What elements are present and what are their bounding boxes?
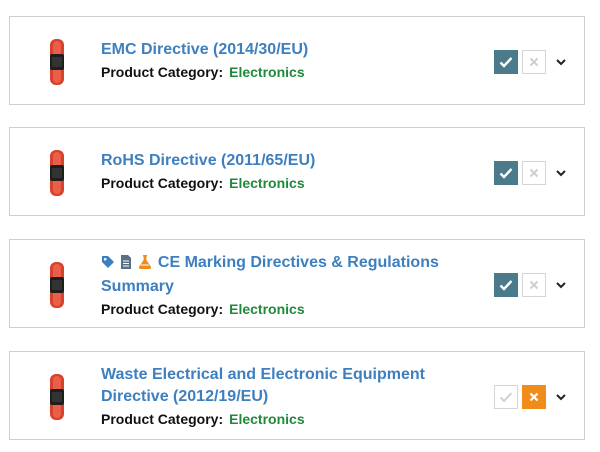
approve-button[interactable] xyxy=(494,385,518,409)
chevron-down-icon[interactable] xyxy=(554,166,568,180)
reject-button[interactable] xyxy=(522,50,546,74)
product-thumbnail xyxy=(44,39,70,85)
product-thumbnail xyxy=(44,150,70,196)
item-icons xyxy=(101,254,153,276)
check-icon xyxy=(499,280,513,291)
item-title-link[interactable]: EMC Directive (2014/30/EU) xyxy=(101,39,471,61)
category-value: Electronics xyxy=(229,411,305,427)
category-label: Product Category: xyxy=(101,64,224,80)
item-text: CE Marking Directives & Regulations Summ… xyxy=(101,252,471,319)
approve-button[interactable] xyxy=(494,273,518,297)
reject-button[interactable] xyxy=(522,385,546,409)
reject-button[interactable] xyxy=(522,273,546,297)
product-thumbnail xyxy=(44,262,70,308)
approve-button[interactable] xyxy=(494,50,518,74)
product-thumbnail xyxy=(44,374,70,420)
list-item: CE Marking Directives & Regulations Summ… xyxy=(9,239,585,328)
item-title-link[interactable]: Waste Electrical and Electronic Equipmen… xyxy=(101,364,471,408)
list-item: RoHS Directive (2011/65/EU) Product Cate… xyxy=(9,127,585,216)
product-category: Product Category: Electronics xyxy=(101,409,471,429)
check-icon xyxy=(499,392,513,403)
item-text: Waste Electrical and Electronic Equipmen… xyxy=(101,364,471,429)
category-value: Electronics xyxy=(229,301,305,317)
list-item: Waste Electrical and Electronic Equipmen… xyxy=(9,351,585,440)
approve-button[interactable] xyxy=(494,161,518,185)
category-label: Product Category: xyxy=(101,301,224,317)
tag-icon xyxy=(101,254,115,276)
product-category: Product Category: Electronics xyxy=(101,62,471,82)
item-text: RoHS Directive (2011/65/EU) Product Cate… xyxy=(101,150,471,193)
item-title-link[interactable]: RoHS Directive (2011/65/EU) xyxy=(101,150,471,172)
product-category: Product Category: Electronics xyxy=(101,299,471,319)
check-icon xyxy=(499,168,513,179)
product-category: Product Category: Electronics xyxy=(101,173,471,193)
close-icon xyxy=(529,392,539,402)
close-icon xyxy=(529,168,539,178)
item-text: EMC Directive (2014/30/EU) Product Categ… xyxy=(101,39,471,82)
document-icon xyxy=(120,254,132,276)
list-item: EMC Directive (2014/30/EU) Product Categ… xyxy=(9,16,585,105)
category-value: Electronics xyxy=(229,64,305,80)
check-icon xyxy=(499,57,513,68)
flask-icon xyxy=(138,254,152,276)
category-label: Product Category: xyxy=(101,175,224,191)
item-title: CE Marking Directives & Regulations Summ… xyxy=(101,252,471,298)
chevron-down-icon[interactable] xyxy=(554,278,568,292)
reject-button[interactable] xyxy=(522,161,546,185)
chevron-down-icon[interactable] xyxy=(554,55,568,69)
close-icon xyxy=(529,57,539,67)
category-value: Electronics xyxy=(229,175,305,191)
category-label: Product Category: xyxy=(101,411,224,427)
chevron-down-icon[interactable] xyxy=(554,390,568,404)
close-icon xyxy=(529,280,539,290)
